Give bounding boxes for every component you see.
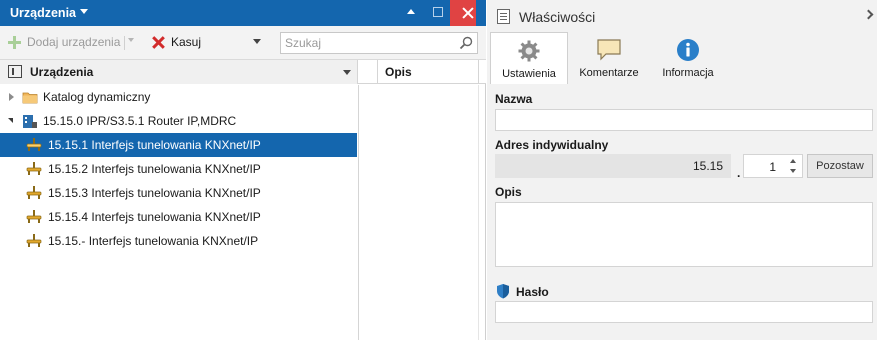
plus-icon — [8, 35, 21, 49]
tree-row[interactable]: 15.15.- Interfejs tunelowania KNXnet/IP — [0, 229, 357, 253]
add-devices-label: Dodaj urządzenia — [27, 35, 121, 49]
column-toggle-icon[interactable] — [8, 65, 22, 78]
collapse-up-icon[interactable] — [398, 0, 424, 26]
tree-row[interactable]: 15.15.0 IPR/S3.5.1 Router IP,MDRC — [0, 109, 357, 133]
delete-label: Kasuj — [171, 35, 202, 49]
tree-row[interactable]: Katalog dynamiczny — [0, 85, 357, 109]
tree-row-label: Katalog dynamiczny — [43, 90, 151, 104]
settings-form: Nazwa Adres indywidualny 15.15 . 1 Pozos… — [487, 84, 877, 340]
address-prefix-field: 15.15 — [495, 154, 731, 178]
expand-open-icon[interactable] — [8, 118, 13, 123]
toolbar-separator — [124, 36, 125, 50]
individual-address-label: Adres indywidualny — [495, 138, 609, 152]
name-field[interactable] — [495, 109, 873, 131]
tree-row-label: 15.15.1 Interfejs tunelowania KNXnet/IP — [48, 138, 261, 152]
tunnel-interface-icon — [26, 138, 42, 151]
tab-information[interactable]: Informacja — [653, 32, 723, 84]
column-description[interactable]: Opis — [379, 60, 479, 84]
properties-title: Właściwości — [519, 9, 596, 25]
search-box[interactable] — [280, 32, 478, 54]
title-dropdown-icon[interactable] — [80, 9, 88, 14]
close-panel-button[interactable] — [450, 0, 476, 26]
stepper-up-icon[interactable] — [790, 159, 796, 163]
description-field[interactable] — [495, 202, 873, 267]
address-separator: . — [737, 166, 741, 180]
search-icon[interactable] — [459, 36, 473, 50]
tab-comments[interactable]: Komentarze — [571, 32, 647, 84]
folder-icon — [22, 92, 38, 104]
address-number-value[interactable]: 1 — [769, 160, 776, 174]
address-number-stepper[interactable]: 1 — [743, 154, 803, 178]
add-dropdown-icon[interactable] — [128, 38, 134, 42]
router-device-icon — [23, 115, 37, 128]
tab-information-label: Informacja — [662, 67, 714, 79]
keep-address-button[interactable]: Pozostaw — [807, 154, 873, 178]
more-options-chevron-down-icon[interactable] — [253, 39, 261, 44]
properties-panel: Właściwości Ustawienia Komentarze Inform… — [487, 0, 877, 340]
tree-row-label: 15.15.0 IPR/S3.5.1 Router IP,MDRC — [43, 114, 237, 128]
search-input[interactable] — [285, 36, 455, 50]
delete-button[interactable]: Kasuj — [152, 35, 201, 49]
tree-column-header: Urządzenia Opis — [0, 60, 486, 84]
name-label: Nazwa — [495, 92, 533, 106]
tunnel-interface-icon — [26, 210, 42, 223]
tree-row-label: 15.15.2 Interfejs tunelowania KNXnet/IP — [48, 162, 261, 176]
restore-window-icon[interactable] — [424, 0, 450, 26]
tunnel-interface-icon — [26, 234, 42, 247]
tree-row-label: 15.15.4 Interfejs tunelowania KNXnet/IP — [48, 210, 261, 224]
tree-row[interactable]: 15.15.3 Interfejs tunelowania KNXnet/IP — [0, 181, 357, 205]
tree-row[interactable]: 15.15.4 Interfejs tunelowania KNXnet/IP — [0, 205, 357, 229]
properties-title-bar: Właściwości — [487, 0, 877, 32]
column-devices-label: Urządzenia — [30, 65, 94, 79]
stepper-down-icon[interactable] — [790, 169, 796, 173]
column-devices-dropdown-icon[interactable] — [343, 70, 351, 75]
devices-panel-title[interactable]: Urządzenia — [10, 6, 76, 20]
description-label: Opis — [495, 185, 522, 199]
column-divider — [478, 85, 479, 340]
column-description-label: Opis — [385, 65, 412, 79]
column-spacer — [359, 60, 378, 84]
tunnel-interface-icon — [26, 186, 42, 199]
password-label: Hasło — [516, 285, 549, 299]
address-prefix-value: 15.15 — [692, 159, 723, 173]
comment-icon — [597, 39, 621, 61]
gear-icon — [518, 40, 540, 62]
tree-row[interactable]: 15.15.2 Interfejs tunelowania KNXnet/IP — [0, 157, 357, 181]
tree-row-label: 15.15.- Interfejs tunelowania KNXnet/IP — [48, 234, 259, 248]
tab-settings-label: Ustawienia — [502, 68, 556, 80]
devices-panel-title-bar: Urządzenia — [0, 0, 486, 26]
password-field[interactable] — [495, 301, 873, 323]
tab-comments-label: Komentarze — [579, 67, 639, 79]
tunnel-interface-icon — [26, 162, 42, 175]
tree-row[interactable]: 15.15.1 Interfejs tunelowania KNXnet/IP — [0, 133, 357, 157]
tree-row-label: 15.15.3 Interfejs tunelowania KNXnet/IP — [48, 186, 261, 200]
column-divider — [358, 85, 359, 340]
column-devices[interactable]: Urządzenia — [0, 60, 358, 84]
tab-settings[interactable]: Ustawienia — [490, 32, 568, 84]
properties-icon — [497, 9, 510, 24]
shield-icon — [497, 284, 509, 299]
chevron-right-icon[interactable] — [863, 9, 874, 20]
info-icon — [677, 39, 699, 61]
add-devices-button[interactable]: Dodaj urządzenia — [8, 35, 120, 49]
expand-closed-icon[interactable] — [9, 93, 14, 101]
properties-tabs: Ustawienia Komentarze Informacja — [487, 32, 877, 84]
delete-x-icon — [152, 36, 165, 49]
